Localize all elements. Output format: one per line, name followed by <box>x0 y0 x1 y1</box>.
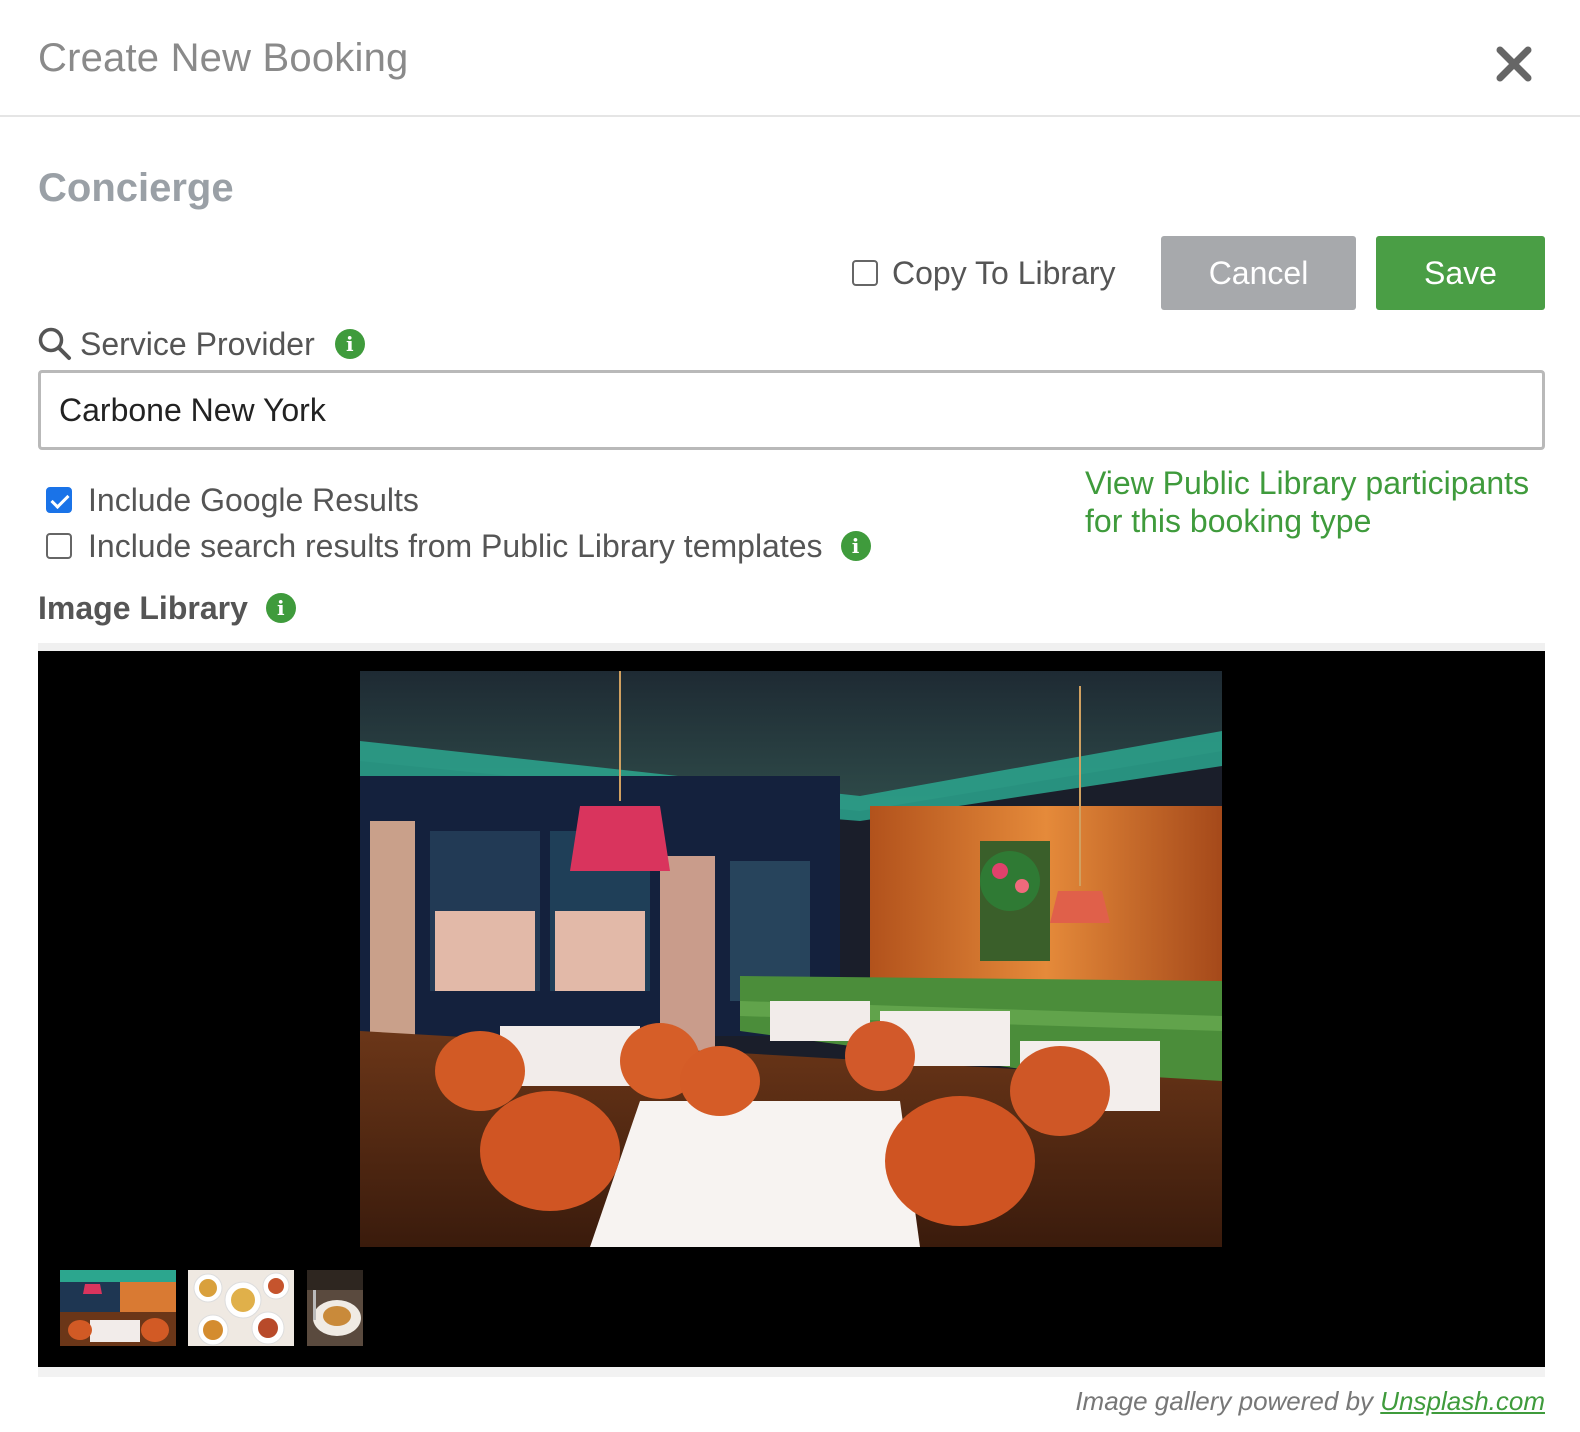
include-google-results-label: Include Google Results <box>88 481 419 518</box>
main-restaurant-photo[interactable] <box>360 671 1222 1247</box>
include-public-library-label: Include search results from Public Libra… <box>88 527 823 564</box>
save-button[interactable]: Save <box>1376 236 1545 310</box>
copy-to-library-label: Copy To Library <box>892 254 1116 291</box>
gallery-top-border <box>38 643 1545 651</box>
close-button[interactable] <box>1494 44 1534 84</box>
close-icon <box>1496 46 1532 82</box>
gallery-credit-text: Image gallery powered by <box>1075 1386 1381 1416</box>
image-library-title: Image Library <box>38 589 248 626</box>
gallery-bottom-border <box>38 1367 1545 1377</box>
action-bar: Copy To Library Cancel Save <box>0 236 1580 310</box>
public-link-line-2: for this booking type <box>1085 503 1372 539</box>
gallery-credit: Image gallery powered by Unsplash.com <box>1075 1386 1545 1417</box>
include-google-results-option[interactable]: Include Google Results <box>46 480 419 520</box>
service-provider-label-row: Service Provider i <box>38 322 365 366</box>
info-icon[interactable]: i <box>840 531 871 561</box>
copy-to-library-toggle[interactable]: Copy To Library <box>852 253 1116 293</box>
section-title: Concierge <box>38 166 234 210</box>
copy-to-library-checkbox[interactable] <box>852 260 878 286</box>
image-gallery <box>38 651 1545 1367</box>
view-public-library-link[interactable]: View Public Library participants for thi… <box>1085 464 1555 540</box>
unsplash-link[interactable]: Unsplash.com <box>1380 1386 1545 1416</box>
gallery-thumbnail[interactable] <box>307 1270 363 1346</box>
info-icon[interactable]: i <box>334 329 365 359</box>
include-google-results-checkbox[interactable] <box>46 487 72 513</box>
cancel-button[interactable]: Cancel <box>1161 236 1356 310</box>
image-library-header: Image Library i <box>38 586 296 630</box>
service-provider-input[interactable] <box>38 370 1545 450</box>
gallery-thumbnail[interactable] <box>188 1270 294 1346</box>
info-icon[interactable]: i <box>265 593 296 623</box>
modal-header: Create New Booking <box>0 0 1580 117</box>
include-public-library-option[interactable]: Include search results from Public Libra… <box>46 526 871 566</box>
service-provider-label: Service Provider <box>80 325 315 362</box>
public-link-line-1: View Public Library participants <box>1085 465 1530 501</box>
include-public-library-checkbox[interactable] <box>46 533 72 559</box>
search-icon <box>38 327 71 360</box>
modal-title: Create New Booking <box>38 36 409 80</box>
gallery-thumbnail[interactable] <box>60 1270 176 1346</box>
